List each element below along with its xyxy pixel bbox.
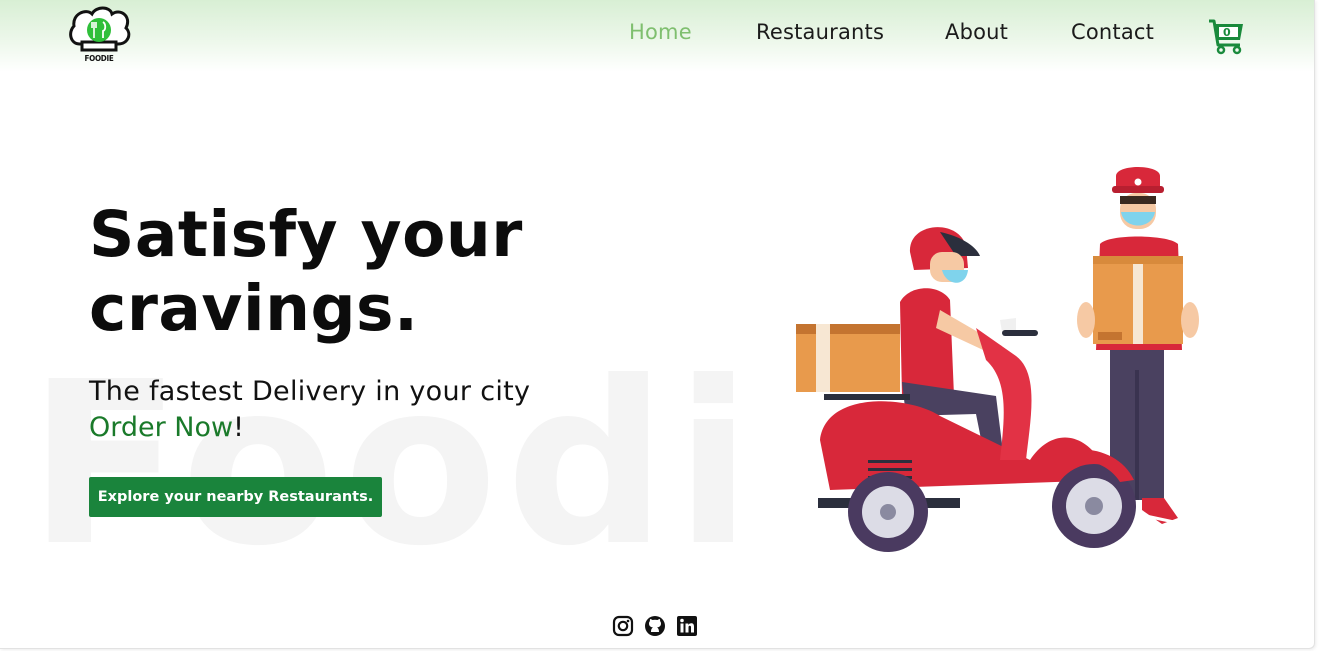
delivery-scooter-illustration — [796, 167, 1199, 552]
nav-about-link[interactable]: About — [945, 20, 1008, 44]
cart-button[interactable]: 0 — [1206, 16, 1246, 56]
nav-home-link[interactable]: Home — [629, 20, 692, 44]
chef-hat-icon — [69, 6, 131, 52]
page: FOODIE Home Restaurants About Contact 0 … — [0, 0, 1315, 649]
logo-text: FOODIE — [84, 54, 114, 63]
linkedin-icon[interactable] — [676, 615, 698, 637]
cart-count-badge: 0 — [1223, 26, 1231, 39]
explore-restaurants-button[interactable]: Explore your nearby Restaurants. — [89, 477, 382, 517]
order-now-text: Order Now — [89, 412, 234, 443]
hero-subtitle: The fastest Delivery in your city — [89, 376, 531, 407]
nav-restaurants-link[interactable]: Restaurants — [756, 20, 884, 44]
instagram-icon[interactable] — [612, 615, 634, 637]
hero-title: Satisfy your cravings. — [89, 198, 523, 345]
red-scooter — [796, 318, 1136, 552]
navbar: FOODIE Home Restaurants About Contact 0 — [0, 0, 1314, 72]
nav-contact-link[interactable]: Contact — [1071, 20, 1154, 44]
github-icon[interactable] — [644, 615, 666, 637]
order-now-line: Order Now! — [89, 410, 244, 446]
foodie-logo[interactable]: FOODIE — [66, 4, 132, 66]
order-now-suffix: ! — [233, 412, 244, 443]
